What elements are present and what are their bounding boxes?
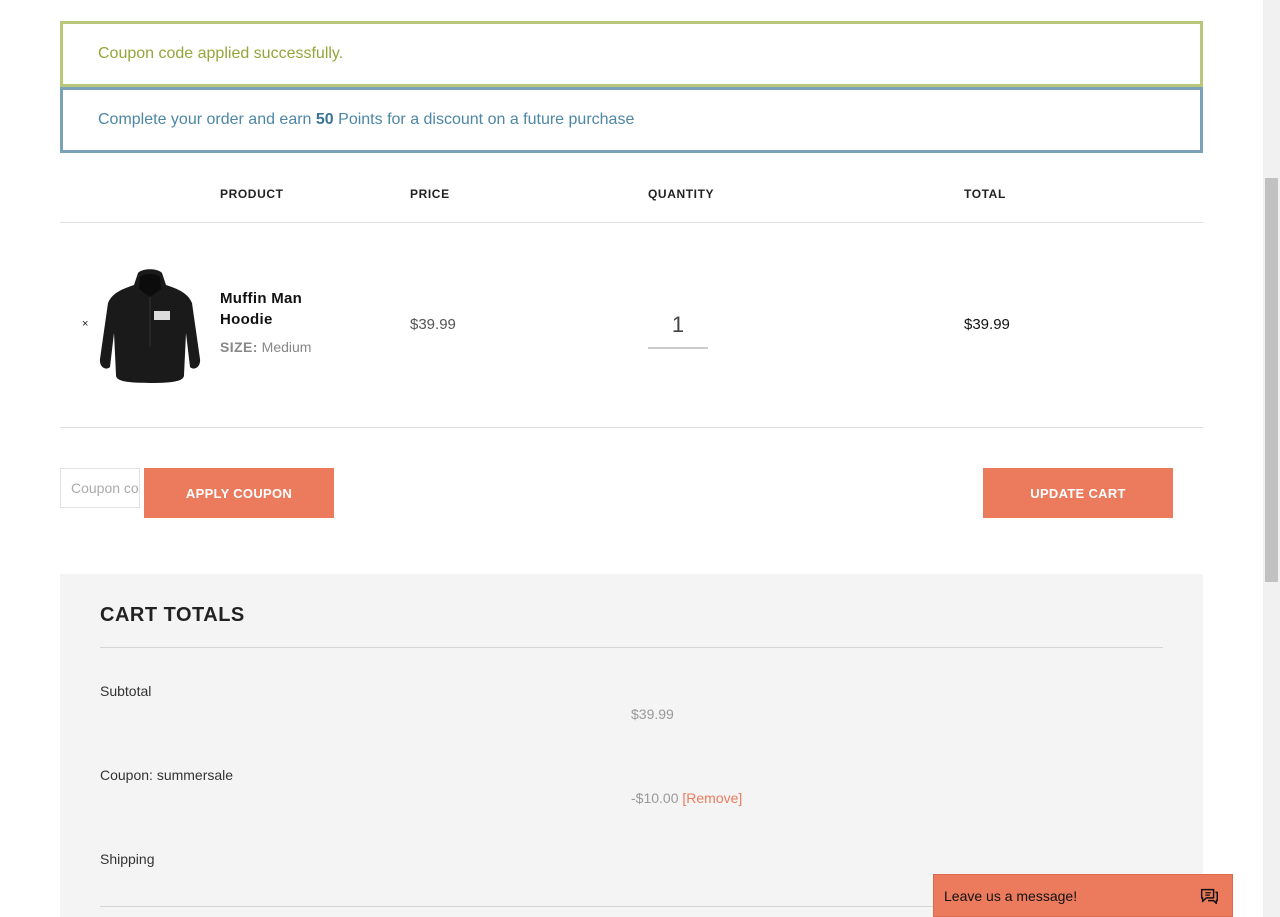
cart-table-header: PRODUCT PRICE QUANTITY TOTAL: [60, 160, 1203, 223]
size-label: SIZE:: [220, 339, 258, 355]
subtotal-value: $39.99: [631, 706, 674, 722]
coupon-success-text: Coupon code applied successfully.: [98, 45, 344, 62]
quantity-input[interactable]: [648, 303, 708, 349]
hoodie-thumbnail[interactable]: [98, 267, 202, 383]
product-name[interactable]: Muffin Man Hoodie: [220, 288, 340, 330]
points-info-prefix: Complete your order and earn: [98, 111, 312, 128]
header-quantity: QUANTITY: [648, 187, 715, 201]
coupon-success-notice: Coupon code applied successfully.: [60, 21, 1203, 87]
product-price: $39.99: [410, 316, 456, 333]
vertical-scrollbar[interactable]: [1263, 0, 1280, 917]
cart-item-row: × Muffin Man Hoodie SIZE: Medium $39.99 …: [60, 223, 1203, 428]
update-cart-button[interactable]: UPDATE CART: [983, 468, 1173, 518]
size-value: Medium: [261, 339, 312, 355]
points-info-suffix: Points for a discount on a future purcha…: [338, 111, 635, 128]
product-size: SIZE: Medium: [220, 339, 311, 355]
scrollbar-thumb[interactable]: [1265, 178, 1278, 582]
apply-coupon-button[interactable]: APPLY COUPON: [144, 468, 334, 518]
subtotal-label: Subtotal: [100, 683, 152, 699]
header-total: TOTAL: [964, 187, 1006, 201]
coupon-label: Coupon: summersale: [100, 767, 234, 783]
chat-label: Leave us a message!: [944, 887, 1078, 904]
points-info-notice: Complete your order and earn 50 Points f…: [60, 87, 1203, 153]
header-price: PRICE: [410, 187, 450, 201]
shipping-label: Shipping: [100, 851, 155, 867]
remove-coupon-link[interactable]: [Remove]: [682, 790, 742, 806]
cart-totals-title: CART TOTALS: [100, 604, 245, 626]
coupon-discount-value: -$10.00: [631, 790, 679, 806]
header-product: PRODUCT: [220, 187, 284, 201]
product-total: $39.99: [964, 316, 1010, 333]
chat-bubble-icon: [1200, 888, 1218, 905]
cart-totals-panel: CART TOTALS Subtotal $39.99 Coupon: summ…: [60, 574, 1203, 917]
divider: [100, 647, 1163, 648]
chat-widget[interactable]: Leave us a message!: [933, 874, 1233, 917]
points-info-text: Complete your order and earn 50 Points f…: [98, 111, 634, 129]
coupon-code-input[interactable]: [60, 468, 140, 508]
remove-item-button[interactable]: ×: [82, 318, 88, 330]
coupon-discount: -$10.00 [Remove]: [631, 790, 742, 806]
points-amount: 50: [315, 111, 334, 128]
